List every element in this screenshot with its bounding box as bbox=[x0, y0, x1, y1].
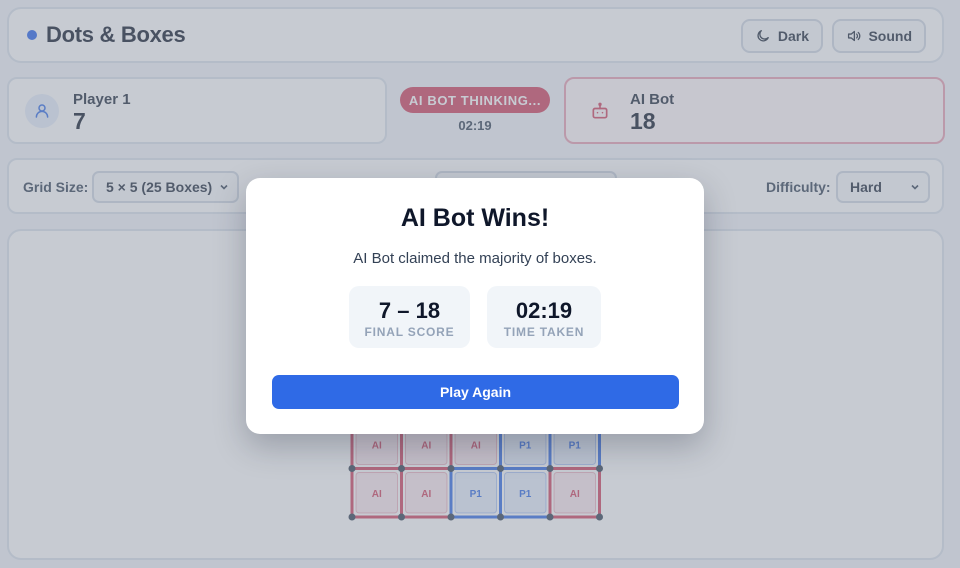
final-score-stat: 7 – 18 FINAL SCORE bbox=[349, 286, 470, 348]
final-score-value: 7 – 18 bbox=[378, 298, 441, 323]
final-score-label: FINAL SCORE bbox=[364, 325, 455, 339]
time-taken-label: TIME TAKEN bbox=[503, 325, 585, 339]
app: Dots & Boxes Dark Sound Player 1 7 AI BO… bbox=[0, 0, 960, 568]
time-taken-stat: 02:19 TIME TAKEN bbox=[487, 286, 601, 348]
dialog-title: AI Bot Wins! bbox=[400, 204, 550, 232]
time-taken-value: 02:19 bbox=[515, 298, 573, 323]
play-again-button[interactable]: Play Again bbox=[272, 375, 679, 409]
dialog-message: AI Bot claimed the majority of boxes. bbox=[353, 250, 597, 267]
game-over-dialog: AI Bot Wins! AI Bot claimed the majority… bbox=[246, 178, 704, 434]
